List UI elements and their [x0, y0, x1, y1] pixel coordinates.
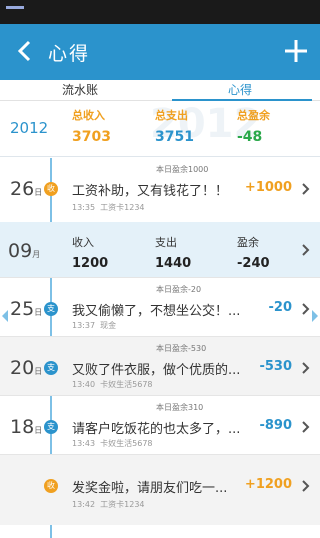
month-income-label: 收入	[72, 236, 94, 249]
divider	[0, 395, 320, 396]
total-expense-label: 总支出	[155, 109, 188, 122]
scroll-right-icon[interactable]	[312, 310, 318, 322]
day-number: 26	[10, 178, 35, 200]
day-unit: 日	[34, 308, 43, 317]
entry-time: 13:43	[72, 439, 96, 448]
income-badge: 收	[44, 479, 58, 493]
month-expense: 支出 1440	[155, 234, 191, 271]
day-total: 本日盈余-530	[156, 344, 207, 353]
day-total: 本日盈余-20	[156, 285, 202, 294]
entry-meta: 13:42 工资卡1234	[72, 499, 145, 510]
entry-amount: +1200	[244, 477, 292, 492]
entry-amount: -890	[259, 418, 292, 433]
total-balance-label: 总盈余	[237, 109, 270, 122]
total-expense: 总支出 3751	[155, 107, 194, 145]
total-balance: 总盈余 -48	[237, 107, 270, 145]
list-item[interactable]: 本日盈余-20 25日 支 我又偷懒了，不想坐公交！... 13:37 现金 -…	[0, 278, 320, 336]
status-indicator	[6, 6, 24, 9]
entry-meta: 13:37 现金	[72, 320, 116, 331]
income-badge: 收	[44, 182, 58, 196]
day-unit: 日	[34, 188, 43, 197]
day-number: 25	[10, 298, 35, 320]
day-number: 18	[10, 416, 35, 438]
expense-badge: 支	[44, 420, 58, 434]
total-income-label: 总收入	[72, 109, 105, 122]
tab-ledger[interactable]: 流水账	[0, 80, 160, 100]
day-number: 20	[10, 357, 35, 379]
chevron-right-icon[interactable]	[302, 421, 310, 433]
list-item[interactable]: 本日盈余-530 20日 支 又败了件衣服，做个优质的... 13:40 卡奴生…	[0, 337, 320, 395]
total-balance-value: -48	[237, 129, 263, 145]
summary-year: 2012	[10, 119, 49, 137]
entry-time: 13:37	[72, 321, 96, 330]
day-total: 本日盈余310	[156, 403, 204, 412]
list-item[interactable]: 本日盈余1000 26日 收 工资补助，又有钱花了！！ 13:35 工资卡123…	[0, 158, 320, 222]
chevron-right-icon[interactable]	[302, 303, 310, 315]
divider	[0, 336, 320, 337]
divider	[0, 277, 320, 278]
entry-amount: -530	[259, 359, 292, 374]
month-balance-value: -240	[237, 256, 270, 271]
day-unit: 日	[34, 426, 43, 435]
app-header: 心得	[0, 24, 320, 80]
scroll-left-icon[interactable]	[2, 310, 8, 322]
entry-day: 20日	[10, 357, 42, 379]
entry-account: 卡奴生活5678	[100, 439, 153, 448]
entry-account: 卡奴生活5678	[100, 380, 153, 389]
status-bar	[0, 0, 320, 24]
entry-memo: 我又偷懒了，不想坐公交！...	[72, 304, 241, 319]
list-item[interactable]: 本日盈余310 18日 支 请客户吃饭花的也太多了，... 13:43 卡奴生活…	[0, 396, 320, 454]
entry-memo: 工资补助，又有钱花了！！	[72, 184, 229, 199]
month-number: 09月	[8, 240, 40, 262]
total-income: 总收入 3703	[72, 107, 111, 145]
entry-memo: 发奖金啦，请朋友们吃一...	[72, 481, 228, 496]
chevron-right-icon[interactable]	[302, 183, 310, 195]
entry-time: 13:35	[72, 203, 96, 212]
expense-badge: 支	[44, 361, 58, 375]
page-title: 心得	[48, 43, 91, 65]
month-balance: 盈余 -240	[237, 234, 270, 271]
entry-meta: 13:35 工资卡1234	[72, 202, 145, 213]
entry-day: 25日	[10, 298, 42, 320]
tab-notes[interactable]: 心得	[160, 80, 320, 100]
expense-badge: 支	[44, 302, 58, 316]
chevron-right-icon[interactable]	[302, 362, 310, 374]
back-arrow-icon[interactable]	[12, 38, 38, 64]
entry-account: 工资卡1234	[100, 500, 145, 509]
month-balance-label: 盈余	[237, 236, 259, 249]
month-summary[interactable]: 09月 收入 1200 支出 1440 盈余 -240	[0, 222, 320, 278]
entry-account: 现金	[100, 321, 117, 330]
list-item[interactable]: 收 发奖金啦，请朋友们吃一... 13:42 工资卡1234 +1200	[0, 455, 320, 525]
entry-day: 18日	[10, 416, 42, 438]
chevron-right-icon[interactable]	[302, 480, 310, 492]
month-unit: 月	[32, 250, 41, 259]
month-expense-value: 1440	[155, 256, 192, 271]
month-income-value: 1200	[72, 256, 109, 271]
entry-memo: 又败了件衣服，做个优质的...	[72, 363, 241, 378]
entry-day: 26日	[10, 178, 42, 200]
entry-meta: 13:43 卡奴生活5678	[72, 438, 153, 449]
month-income: 收入 1200	[72, 234, 108, 271]
entry-account: 工资卡1234	[100, 203, 145, 212]
entry-amount: -20	[268, 300, 293, 315]
day-total: 本日盈余1000	[156, 165, 209, 174]
entry-memo: 请客户吃饭花的也太多了，...	[72, 422, 241, 437]
entry-time: 13:40	[72, 380, 96, 389]
chevron-right-icon[interactable]	[302, 244, 310, 256]
month-value: 09	[8, 240, 33, 262]
year-summary: 2012 2012 总收入 3703 总支出 3751 总盈余 -48	[0, 101, 320, 157]
tab-bar: 流水账 心得	[0, 80, 320, 101]
divider	[0, 454, 320, 455]
total-income-value: 3703	[72, 129, 111, 145]
day-unit: 日	[34, 367, 43, 376]
add-icon[interactable]	[282, 37, 310, 65]
entry-time: 13:42	[72, 500, 96, 509]
entry-amount: +1000	[244, 180, 292, 195]
month-expense-label: 支出	[155, 236, 177, 249]
total-expense-value: 3751	[155, 129, 194, 145]
entry-meta: 13:40 卡奴生活5678	[72, 379, 153, 390]
